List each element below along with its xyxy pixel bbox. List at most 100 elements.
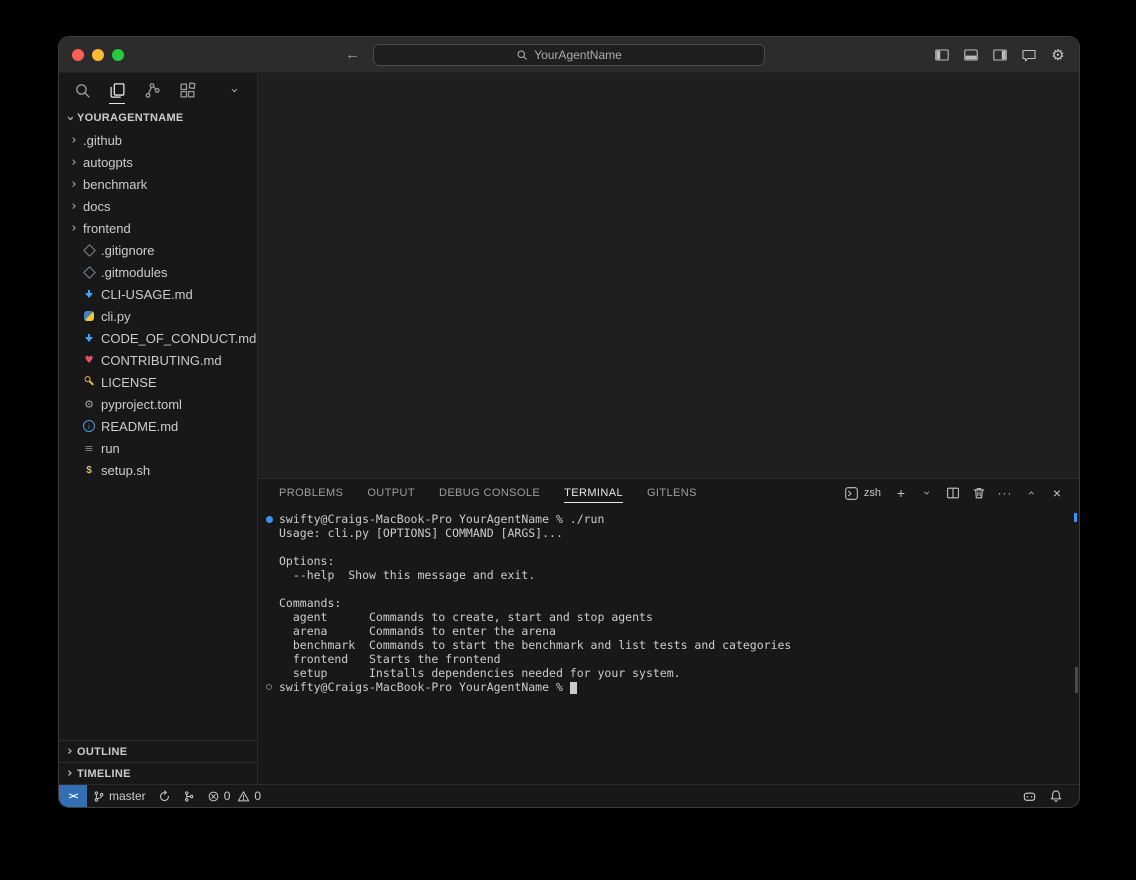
tree-item-benchmark[interactable]: › benchmark <box>59 173 257 195</box>
new-terminal-icon[interactable]: + <box>893 485 909 501</box>
terminal-line: Commands: <box>279 596 1065 610</box>
minimize-window-button[interactable] <box>92 49 104 61</box>
explorer-root-title: YOURAGENTNAME <box>77 112 184 124</box>
traffic-lights <box>72 37 124 72</box>
panel-tab-problems[interactable]: PROBLEMS <box>279 479 343 507</box>
explorer-section-header[interactable]: › YOURAGENTNAME <box>59 107 257 129</box>
explorer-tree: › .github › autogpts › benchmark › docs … <box>59 129 257 481</box>
terminal-line-text: frontend Starts the frontend <box>279 652 501 666</box>
chevron-right-icon: › <box>63 744 77 759</box>
markdown-file-icon <box>81 286 97 302</box>
editor-column: PROBLEMS OUTPUT DEBUG CONSOLE TERMINAL GITLE… <box>258 73 1079 784</box>
tree-item-license[interactable]: › LICENSE <box>59 371 257 393</box>
terminal-line-text: --help Show this message and exit. <box>279 568 535 582</box>
tree-item-.gitignore[interactable]: › .gitignore <box>59 239 257 261</box>
panel-tab-debug-console[interactable]: DEBUG CONSOLE <box>439 479 540 507</box>
panel-tab-gitlens[interactable]: GITLENS <box>647 479 697 507</box>
terminal-scrollbar-thumb[interactable] <box>1075 667 1078 693</box>
tree-item-run[interactable]: › run <box>59 437 257 459</box>
vscode-window: ← → YourAgentName <box>59 37 1079 807</box>
close-window-button[interactable] <box>72 49 84 61</box>
command-decoration-icon <box>266 516 273 523</box>
git-branch-item[interactable]: master <box>87 785 152 807</box>
panel-tab-output[interactable]: OUTPUT <box>367 479 415 507</box>
notifications-item[interactable] <box>1043 789 1069 803</box>
terminal-line-text: arena Commands to enter the arena <box>279 624 556 638</box>
terminal-line: agent Commands to create, start and stop… <box>279 610 1065 624</box>
tree-item-.gitmodules[interactable]: › .gitmodules <box>59 261 257 283</box>
zoom-window-button[interactable] <box>112 49 124 61</box>
terminal-line: setup Installs dependencies needed for y… <box>279 666 1065 680</box>
chat-icon[interactable] <box>1018 44 1040 66</box>
arrow-left-icon[interactable]: ← <box>345 46 360 63</box>
more-actions-icon[interactable]: ··· <box>997 485 1013 501</box>
layout-panel-bottom-icon[interactable] <box>960 44 982 66</box>
toml-file-icon <box>81 396 97 412</box>
sync-changes-item[interactable] <box>152 785 177 807</box>
command-center-search[interactable]: YourAgentName <box>373 44 765 66</box>
terminal-instance-item[interactable]: zsh <box>844 486 881 501</box>
bottom-panel: PROBLEMS OUTPUT DEBUG CONSOLE TERMINAL GITLE… <box>258 478 1079 784</box>
terminal-line: frontend Starts the frontend <box>279 652 1065 666</box>
outline-section-header[interactable]: › OUTLINE <box>59 740 257 762</box>
copilot-icon <box>1022 789 1037 804</box>
tree-item-docs[interactable]: › docs <box>59 195 257 217</box>
copilot-item[interactable] <box>1016 789 1043 804</box>
status-bar: >< master 0 0 <box>59 784 1079 807</box>
terminal-dropdown-icon[interactable]: › <box>919 485 935 501</box>
kill-terminal-icon[interactable] <box>971 485 987 501</box>
tree-item-contributing.md[interactable]: › CONTRIBUTING.md <box>59 349 257 371</box>
tree-item-cli.py[interactable]: › cli.py <box>59 305 257 327</box>
layout-sidebar-left-icon[interactable] <box>931 44 953 66</box>
terminal-line-text: swifty@Craigs-MacBook-Pro YourAgentName … <box>279 512 604 526</box>
tree-item-readme.md[interactable]: › README.md <box>59 415 257 437</box>
source-control-view-icon[interactable] <box>141 75 163 105</box>
search-view-icon[interactable] <box>71 75 93 105</box>
terminal-line: Options: <box>279 554 1065 568</box>
terminal-shell-icon <box>844 486 859 501</box>
remote-indicator[interactable]: >< <box>59 785 87 807</box>
git-branch-icon <box>93 790 105 803</box>
tree-item-frontend[interactable]: › frontend <box>59 217 257 239</box>
terminal-line-text: Commands: <box>279 596 341 610</box>
terminal-line-text: Options: <box>279 554 334 568</box>
branch-name: master <box>109 789 146 803</box>
prompt-decoration-icon <box>266 684 272 690</box>
layout-sidebar-right-icon[interactable] <box>989 44 1011 66</box>
panel-header: PROBLEMS OUTPUT DEBUG CONSOLE TERMINAL GITLE… <box>258 479 1079 507</box>
warnings-icon <box>237 790 250 803</box>
panel-tab-terminal[interactable]: TERMINAL <box>564 479 623 507</box>
timeline-label: TIMELINE <box>77 768 131 780</box>
problems-item[interactable]: 0 0 <box>201 785 267 807</box>
tree-item-.github[interactable]: › .github <box>59 129 257 151</box>
terminal-line: swifty@Craigs-MacBook-Pro YourAgentName … <box>279 512 1065 526</box>
timeline-section-header[interactable]: › TIMELINE <box>59 762 257 784</box>
python-file-icon <box>81 308 97 324</box>
git-graph-item[interactable] <box>177 785 201 807</box>
tree-item-cli-usage.md[interactable]: › CLI-USAGE.md <box>59 283 257 305</box>
tree-item-pyproject.toml[interactable]: › pyproject.toml <box>59 393 257 415</box>
close-panel-icon[interactable]: × <box>1049 485 1065 501</box>
chevron-right-icon: › <box>63 766 77 781</box>
terminal-output[interactable]: swifty@Craigs-MacBook-Pro YourAgentName … <box>258 507 1079 784</box>
license-file-icon <box>78 371 101 394</box>
split-terminal-icon[interactable] <box>945 485 961 501</box>
contributing-file-icon <box>81 352 97 368</box>
tree-item-autogpts[interactable]: › autogpts <box>59 151 257 173</box>
outline-label: OUTLINE <box>77 746 127 758</box>
chevron-down-icon: › <box>63 111 78 125</box>
settings-gear-icon[interactable]: ⚙ <box>1047 44 1069 66</box>
extensions-view-icon[interactable] <box>177 75 199 105</box>
terminal-line: benchmark Commands to start the benchmar… <box>279 638 1065 652</box>
tree-item-code_of_conduct.md[interactable]: › CODE_OF_CONDUCT.md <box>59 327 257 349</box>
error-count: 0 <box>224 789 231 803</box>
terminal-line <box>279 540 1065 554</box>
terminal-line: arena Commands to enter the arena <box>279 624 1065 638</box>
markdown-file-icon <box>81 330 97 346</box>
explorer-view-icon[interactable] <box>106 75 128 105</box>
more-views-icon[interactable]: › <box>223 75 245 105</box>
bell-icon <box>1049 789 1063 803</box>
editor-background <box>258 73 1079 478</box>
tree-item-setup.sh[interactable]: › setup.sh <box>59 459 257 481</box>
maximize-panel-icon[interactable]: › <box>1023 485 1039 501</box>
